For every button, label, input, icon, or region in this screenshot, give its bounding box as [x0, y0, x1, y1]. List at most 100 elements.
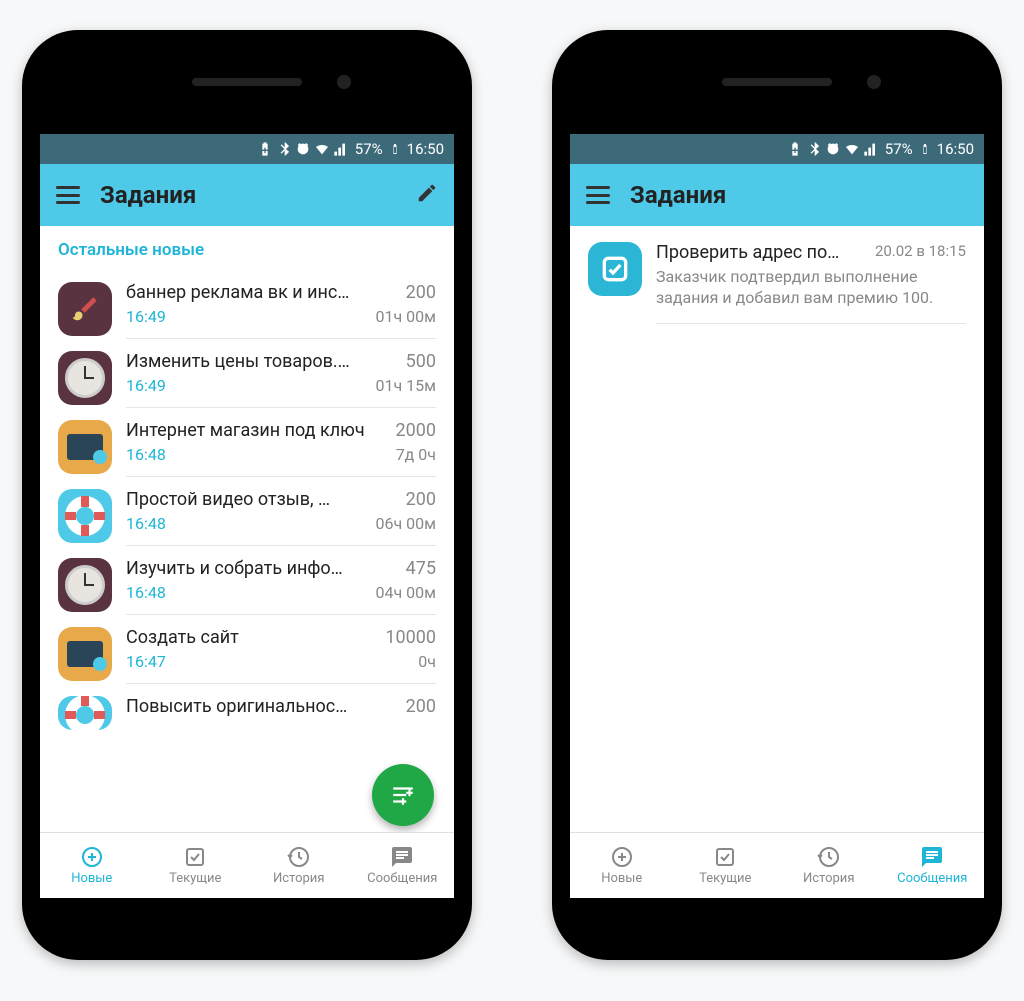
battery-icon [389, 140, 401, 158]
task-time: 16:47 [126, 652, 166, 671]
nav-label: Сообщения [897, 871, 967, 886]
nav-current[interactable]: Текущие [144, 833, 248, 898]
task-title: Простой видео отзыв, … [126, 489, 396, 510]
screen-left: 57% 16:50 Задания Остальные новые [40, 134, 454, 898]
task-row[interactable]: Изменить цены товаров.… 500 16:49 01ч 15… [40, 339, 454, 408]
front-camera [867, 75, 881, 89]
monitor-icon [58, 627, 112, 681]
speaker-slot [192, 78, 302, 86]
edit-icon[interactable] [416, 182, 438, 209]
page-title: Задания [630, 181, 968, 209]
monitor-icon [58, 420, 112, 474]
screen-right: 57% 16:50 Задания Проверить адрес по… 20 [570, 134, 984, 898]
task-time: 16:48 [126, 583, 166, 602]
task-time: 16:49 [126, 307, 166, 326]
menu-icon[interactable] [586, 186, 610, 204]
message-date: 20.02 в 18:15 [875, 242, 966, 263]
task-price: 475 [406, 558, 436, 579]
task-row[interactable]: Повысить оригинальнос… 200 [40, 684, 454, 730]
task-title: баннер реклама вк и инс… [126, 282, 396, 303]
message-title: Проверить адрес по… [656, 242, 865, 263]
wifi-icon [314, 141, 330, 157]
task-price: 200 [406, 696, 436, 717]
battery-saver-icon [787, 141, 803, 157]
nav-label: История [273, 871, 324, 886]
task-title: Изменить цены товаров.… [126, 351, 396, 372]
task-duration: 04ч 00м [375, 583, 436, 602]
statusbar-icons [257, 141, 349, 157]
task-list[interactable]: Остальные новые баннер реклама вк и инс…… [40, 226, 454, 832]
task-row[interactable]: Создать сайт 10000 16:47 0ч [40, 615, 454, 684]
nav-label: Новые [71, 871, 112, 886]
section-header: Остальные новые [40, 226, 454, 270]
statusbar-time: 16:50 [937, 140, 974, 158]
battery-pct: 57% [355, 140, 383, 158]
appbar: Задания [40, 164, 454, 226]
alarm-icon [295, 141, 311, 157]
task-duration: 01ч 15м [375, 376, 436, 395]
front-camera [337, 75, 351, 89]
nav-label: Сообщения [367, 871, 437, 886]
nav-messages[interactable]: Сообщения [351, 833, 455, 898]
nav-current[interactable]: Текущие [674, 833, 778, 898]
task-duration: 01ч 00м [375, 307, 436, 326]
battery-saver-icon [257, 141, 273, 157]
signal-icon [333, 141, 349, 157]
nav-history[interactable]: История [777, 833, 881, 898]
statusbar: 57% 16:50 [40, 134, 454, 164]
clock-icon [58, 351, 112, 405]
brush-icon [58, 282, 112, 336]
filter-fab[interactable] [372, 764, 434, 826]
task-title: Изучить и собрать инфо… [126, 558, 396, 579]
message-text: Заказчик подтвердил выполнение задания и… [656, 267, 966, 309]
nav-history[interactable]: История [247, 833, 351, 898]
nav-label: История [803, 871, 854, 886]
lifebuoy-icon [58, 489, 112, 543]
speaker-slot [722, 78, 832, 86]
task-price: 10000 [385, 627, 436, 648]
bottom-nav: Новые Текущие История Сообщения [40, 832, 454, 898]
checkbox-icon [588, 242, 642, 296]
nav-messages[interactable]: Сообщения [881, 833, 985, 898]
task-time: 16:48 [126, 514, 166, 533]
phone-frame-left: 57% 16:50 Задания Остальные новые [22, 30, 472, 960]
nav-new[interactable]: Новые [40, 833, 144, 898]
statusbar: 57% 16:50 [570, 134, 984, 164]
nav-label: Текущие [169, 871, 221, 886]
task-duration: 06ч 00м [375, 514, 436, 533]
lifebuoy-icon [58, 696, 112, 730]
task-title: Повысить оригинальнос… [126, 696, 396, 717]
message-list[interactable]: Проверить адрес по… 20.02 в 18:15 Заказч… [570, 226, 984, 832]
appbar: Задания [570, 164, 984, 226]
page-title: Задания [100, 181, 396, 209]
battery-icon [919, 140, 931, 158]
statusbar-time: 16:50 [407, 140, 444, 158]
task-title: Создать сайт [126, 627, 375, 648]
menu-icon[interactable] [56, 186, 80, 204]
phone-frame-right: 57% 16:50 Задания Проверить адрес по… 20 [552, 30, 1002, 960]
task-row[interactable]: Интернет магазин под ключ 2000 16:48 7д … [40, 408, 454, 477]
task-price: 2000 [396, 420, 436, 441]
task-row[interactable]: Изучить и собрать инфо… 475 16:48 04ч 00… [40, 546, 454, 615]
task-time: 16:48 [126, 445, 166, 464]
statusbar-icons [787, 141, 879, 157]
nav-new[interactable]: Новые [570, 833, 674, 898]
task-row[interactable]: баннер реклама вк и инс… 200 16:49 01ч 0… [40, 270, 454, 339]
task-duration: 7д 0ч [396, 445, 436, 464]
message-row[interactable]: Проверить адрес по… 20.02 в 18:15 Заказч… [570, 226, 984, 324]
task-time: 16:49 [126, 376, 166, 395]
nav-label: Новые [601, 871, 642, 886]
task-row[interactable]: Простой видео отзыв, … 200 16:48 06ч 00м [40, 477, 454, 546]
signal-icon [863, 141, 879, 157]
bottom-nav: Новые Текущие История Сообщения [570, 832, 984, 898]
task-title: Интернет магазин под ключ [126, 420, 386, 441]
clock-icon [58, 558, 112, 612]
task-price: 500 [406, 351, 436, 372]
task-price: 200 [406, 282, 436, 303]
bluetooth-icon [806, 141, 822, 157]
wifi-icon [844, 141, 860, 157]
battery-pct: 57% [885, 140, 913, 158]
task-price: 200 [406, 489, 436, 510]
alarm-icon [825, 141, 841, 157]
bluetooth-icon [276, 141, 292, 157]
